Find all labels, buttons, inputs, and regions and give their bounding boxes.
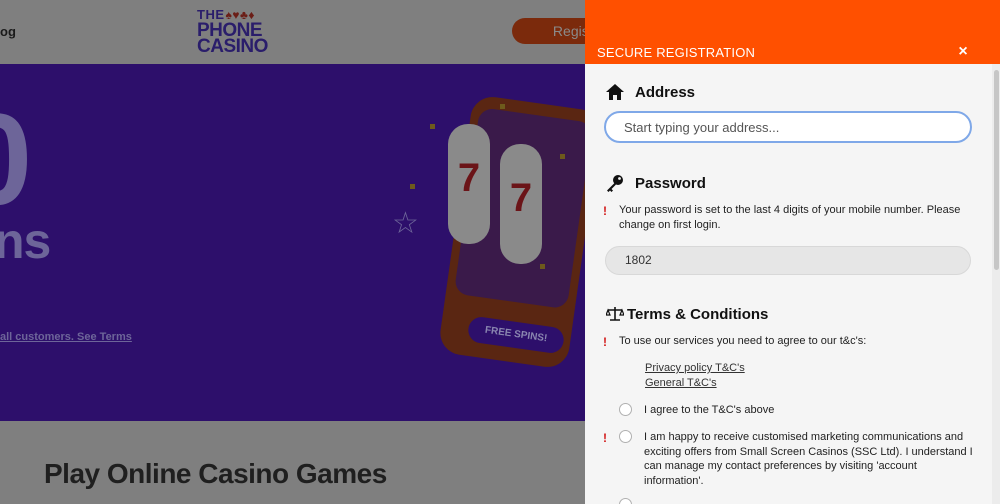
home-icon — [605, 82, 625, 102]
warning-icon: ! — [603, 431, 607, 445]
hero-banner[interactable]: 0 ns all customers. See Terms ☆ 7 7 FREE… — [0, 64, 590, 421]
terms-section-heading: Terms & Conditions — [605, 304, 768, 324]
password-field[interactable]: 1802 — [605, 246, 971, 275]
confetti-piece — [500, 104, 505, 109]
hero-terms-link[interactable]: all customers. See Terms — [0, 331, 132, 343]
slot-reel: 7 — [448, 124, 490, 244]
panel-header: SECURE REGISTRATION × — [585, 0, 1000, 64]
warning-icon: ! — [603, 204, 607, 218]
general-terms-link[interactable]: General T&C's — [645, 377, 717, 389]
marketing-consent-label: I am happy to receive customised marketi… — [644, 431, 973, 487]
panel-scrollbar[interactable] — [992, 64, 1000, 504]
additional-consent-radio[interactable] — [619, 498, 632, 504]
key-icon — [605, 173, 625, 193]
confetti-piece — [540, 264, 545, 269]
password-note: Your password is set to the last 4 digit… — [619, 204, 961, 231]
terms-heading-label: Terms & Conditions — [627, 305, 769, 323]
star-icon: ☆ — [392, 207, 419, 240]
address-heading-label: Address — [635, 83, 696, 101]
privacy-policy-link[interactable]: Privacy policy T&C's — [645, 362, 745, 374]
scrollbar-thumb[interactable] — [994, 70, 999, 270]
reel-symbol: 7 — [457, 156, 481, 200]
logo-line-3: CASINO — [197, 36, 268, 57]
panel-title: SECURE REGISTRATION — [597, 45, 756, 60]
site-logo[interactable]: THE ♠♥♣♦ PHONE CASINO — [197, 7, 277, 57]
password-heading-label: Password — [635, 174, 706, 192]
registration-panel: SECURE REGISTRATION × Address Password !… — [585, 0, 1000, 504]
password-section-heading: Password — [605, 173, 706, 193]
page-heading: Play Online Casino Games — [44, 458, 387, 489]
address-section-heading: Address — [605, 82, 695, 102]
terms-intro: To use our services you need to agree to… — [619, 335, 867, 347]
reel-symbol: 7 — [509, 176, 533, 220]
marketing-consent-radio[interactable] — [619, 430, 632, 443]
close-icon[interactable]: × — [955, 44, 971, 60]
agree-terms-label: I agree to the T&C's above — [644, 404, 775, 416]
agree-terms-radio[interactable] — [619, 403, 632, 416]
address-input[interactable] — [604, 111, 972, 143]
hero-headline-fragment: ns — [0, 213, 51, 269]
nav-link-fragment[interactable]: og — [0, 24, 16, 39]
scales-icon — [605, 304, 625, 324]
confetti-piece — [560, 154, 565, 159]
warning-icon: ! — [603, 335, 607, 349]
hero-headline-digit: 0 — [0, 94, 32, 224]
confetti-piece — [410, 184, 415, 189]
confetti-piece — [430, 124, 435, 129]
slot-reel: 7 — [500, 144, 542, 264]
